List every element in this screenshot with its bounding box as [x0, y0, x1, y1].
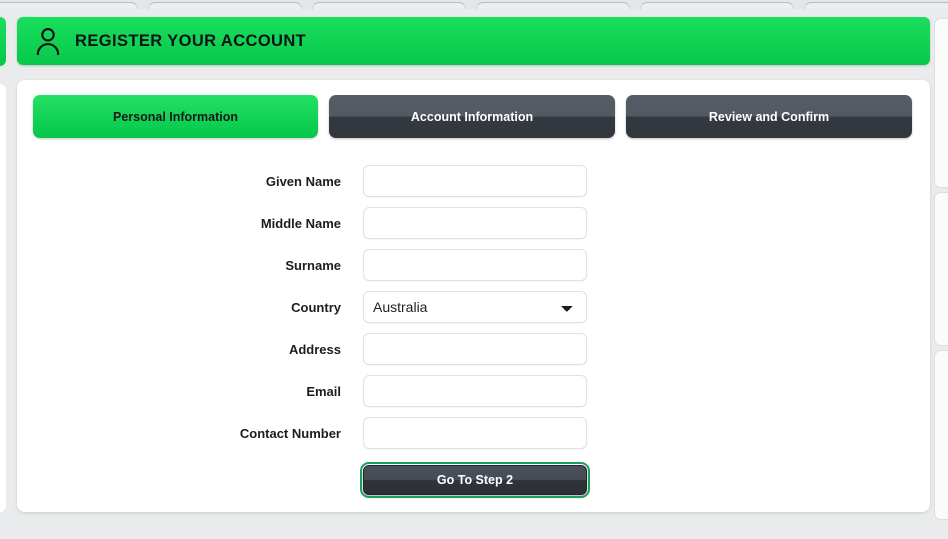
- tab-review-and-confirm[interactable]: Review and Confirm: [626, 95, 912, 138]
- field-row-address: Address: [17, 328, 930, 370]
- address-input[interactable]: [363, 333, 587, 365]
- user-icon: [36, 28, 60, 55]
- tab-account-information[interactable]: Account Information: [329, 95, 615, 138]
- field-row-middle-name: Middle Name: [17, 202, 930, 244]
- contact-number-input[interactable]: [363, 417, 587, 449]
- adjacent-panel-sliver-right-3: [934, 350, 948, 520]
- field-row-contact-number: Contact Number: [17, 412, 930, 454]
- label-contact-number: Contact Number: [239, 425, 341, 441]
- step-tabs: Personal Information Account Information…: [33, 95, 913, 138]
- personal-information-form: Given Name Middle Name Surname Country A…: [17, 160, 930, 503]
- registration-card: Personal Information Account Information…: [17, 80, 930, 512]
- label-country: Country: [291, 299, 341, 315]
- middle-name-input[interactable]: [363, 207, 587, 239]
- field-row-country: Country Australia: [17, 286, 930, 328]
- tab-personal-information[interactable]: Personal Information: [33, 95, 318, 138]
- background-tab-strip: [0, 0, 948, 9]
- label-address: Address: [288, 341, 341, 357]
- page-title: REGISTER YOUR ACCOUNT: [75, 31, 307, 50]
- label-given-name: Given Name: [265, 173, 341, 189]
- submit-row: Go To Step 2: [17, 457, 930, 503]
- field-row-surname: Surname: [17, 244, 930, 286]
- adjacent-panel-card-sliver: [0, 84, 6, 512]
- email-input[interactable]: [363, 375, 587, 407]
- adjacent-panel-sliver-right-2: [934, 192, 948, 346]
- background-tab: [804, 2, 948, 9]
- background-tab: [640, 2, 794, 9]
- go-to-step-2-button[interactable]: Go To Step 2: [360, 462, 590, 498]
- given-name-input[interactable]: [363, 165, 587, 197]
- background-tab: [476, 2, 630, 9]
- label-email: Email: [306, 383, 341, 399]
- background-tab: [148, 2, 302, 9]
- page-header: REGISTER YOUR ACCOUNT: [17, 17, 930, 65]
- surname-input[interactable]: [363, 249, 587, 281]
- label-surname: Surname: [285, 257, 341, 273]
- field-row-given-name: Given Name: [17, 160, 930, 202]
- field-row-email: Email: [17, 370, 930, 412]
- background-tab: [312, 2, 466, 9]
- country-select[interactable]: Australia: [363, 291, 587, 323]
- adjacent-panel-sliver-right-1: [934, 18, 948, 188]
- background-tab: [0, 2, 138, 9]
- submit-wrapper: Go To Step 2: [360, 462, 590, 498]
- label-middle-name: Middle Name: [260, 215, 341, 231]
- adjacent-panel-header-sliver: [0, 17, 6, 66]
